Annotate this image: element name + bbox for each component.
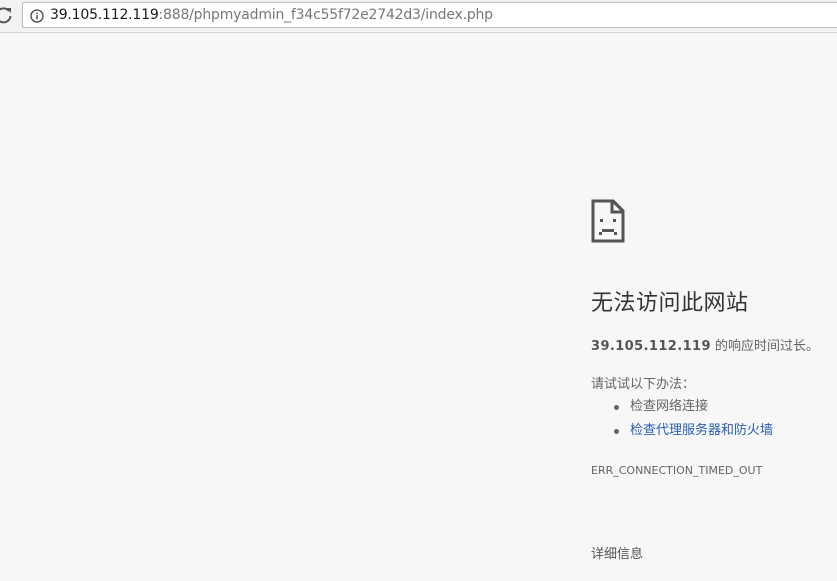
suggestion-check-network: 检查网络连接 [612,398,773,422]
error-summary-text: 的响应时间过长。 [710,339,820,354]
url-path: :888/phpmyadmin_f34c55f72e2742d3/index.p… [158,7,494,23]
info-icon[interactable] [30,8,44,23]
suggestion-link[interactable]: 检查代理服务器和防火墙 [630,423,773,438]
suggestions-list: 检查网络连接 检查代理服务器和防火墙 [612,398,773,446]
url-text[interactable]: 39.105.112.119:888/phpmyadmin_f34c55f72e… [50,7,493,23]
suggestion-check-proxy-firewall[interactable]: 检查代理服务器和防火墙 [612,422,773,446]
error-host: 39.105.112.119 [591,339,711,354]
address-bar[interactable]: 39.105.112.119:888/phpmyadmin_f34c55f72e… [22,2,837,28]
error-code: ERR_CONNECTION_TIMED_OUT [591,464,763,477]
suggestions-heading: 请试试以下办法： [591,377,696,392]
url-host: 39.105.112.119 [50,7,159,23]
error-summary: 39.105.112.119 的响应时间过长。 [591,338,819,356]
sad-page-icon [591,199,625,243]
suggestion-label: 检查网络连接 [630,399,709,414]
details-button[interactable]: 详细信息 [591,546,643,564]
error-title: 无法访问此网站 [591,291,749,316]
reload-icon[interactable] [0,5,14,25]
browser-toolbar: 39.105.112.119:888/phpmyadmin_f34c55f72e… [0,0,837,33]
